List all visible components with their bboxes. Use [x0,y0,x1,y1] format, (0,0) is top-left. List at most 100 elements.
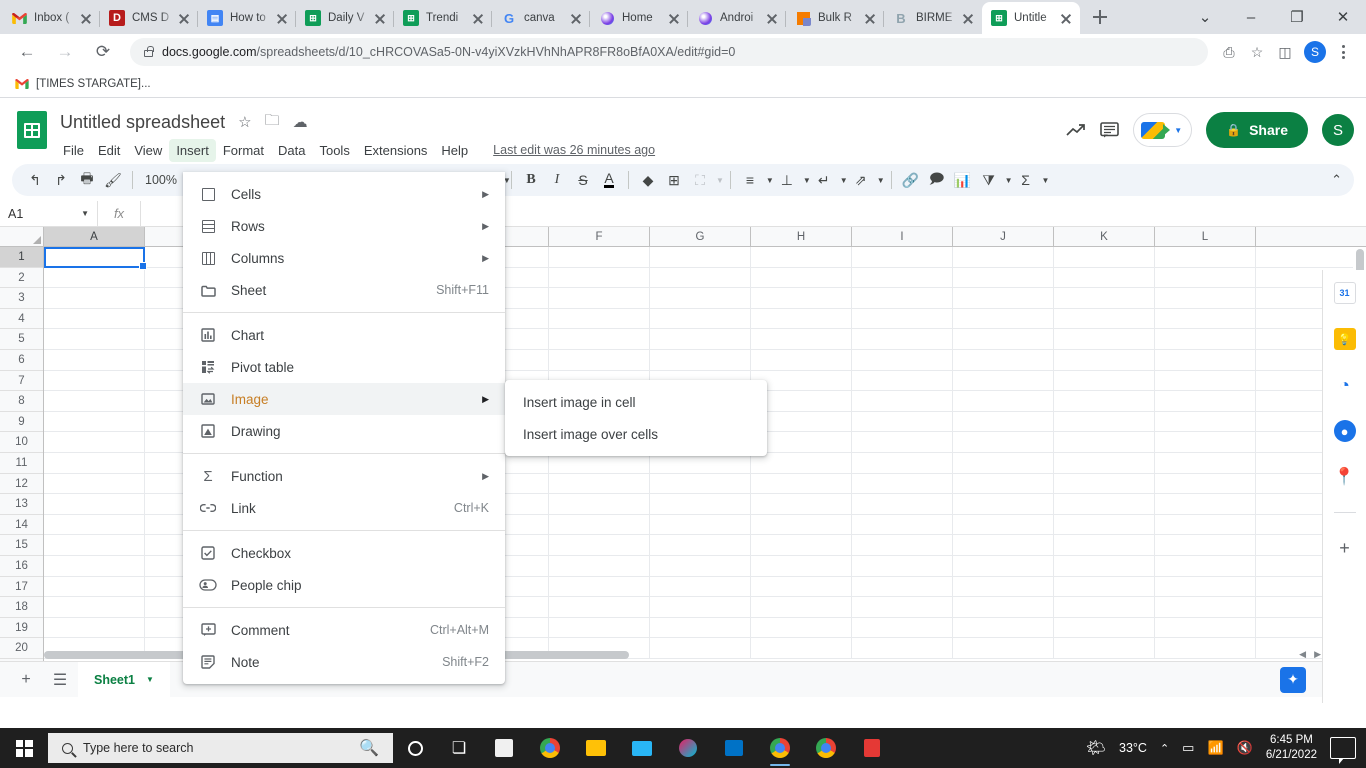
show-hidden-icons-icon[interactable]: ⌃ [1160,742,1169,755]
address-bar[interactable]: docs.google.com/spreadsheets/d/10_cHRCOV… [130,38,1208,66]
add-ons-icon[interactable]: + [1334,537,1356,559]
explore-icon[interactable]: ✦ [1280,666,1306,693]
select-all-corner[interactable] [0,227,44,246]
menu-item-sheet[interactable]: Sheet Shift+F11 [183,274,505,306]
column-header-l[interactable]: L [1155,227,1256,246]
vertical-align-icon[interactable]: ⊥ [774,167,800,193]
menu-view[interactable]: View [127,139,169,162]
menu-format[interactable]: Format [216,139,271,162]
column-header-g[interactable]: G [650,227,751,246]
chevron-down-icon[interactable]: ▼ [877,176,885,185]
add-sheet-icon[interactable]: + [10,664,42,696]
last-edit-label[interactable]: Last edit was 26 minutes ago [493,143,655,157]
chrome-icon[interactable] [527,728,573,768]
row-header[interactable]: 13 [0,494,43,515]
browser-tab[interactable]: Inbox ( [2,2,100,34]
close-icon[interactable] [960,10,976,26]
microsoft-store-icon[interactable] [481,728,527,768]
strikethrough-button[interactable]: S [570,167,596,193]
browser-tab[interactable]: D CMS D [100,2,198,34]
bookmark-star-icon[interactable]: ☆ [1244,39,1270,65]
search-input[interactable]: Type here to search 🔍 [48,733,393,763]
row-header[interactable]: 7 [0,371,43,392]
browser-tab[interactable]: Home [590,2,688,34]
row-header[interactable]: 4 [0,309,43,330]
menu-item-checkbox[interactable]: Checkbox [183,537,505,569]
close-icon[interactable] [78,10,94,26]
chevron-down-icon[interactable]: ▼ [1042,176,1050,185]
close-icon[interactable] [862,10,878,26]
reload-icon[interactable]: ⟳ [89,38,117,66]
bookmark-item[interactable]: [TIMES STARGATE]... [10,74,155,94]
star-icon[interactable]: ☆ [238,113,251,131]
row-header[interactable]: 15 [0,535,43,556]
close-window-icon[interactable]: ✕ [1320,0,1366,34]
maximize-icon[interactable]: ❐ [1274,0,1320,34]
side-panel-icon[interactable]: ◫ [1272,39,1298,65]
close-icon[interactable] [568,10,584,26]
chevron-down-icon[interactable]: ▼ [840,176,848,185]
share-button[interactable]: 🔒 Share [1206,112,1308,148]
battery-icon[interactable]: ▭ [1182,740,1194,756]
taskbar-clock[interactable]: 6:45 PM 6/21/2022 [1266,733,1317,763]
chevron-down-icon[interactable]: ▼ [766,176,774,185]
close-icon[interactable] [372,10,388,26]
google-sheets-logo-icon[interactable] [14,109,50,151]
row-header[interactable]: 11 [0,453,43,474]
google-contacts-icon[interactable]: ● [1333,420,1356,442]
menu-item-columns[interactable]: Columns ▶ [183,242,505,274]
menu-item-rows[interactable]: Rows ▶ [183,210,505,242]
borders-icon[interactable]: ⊞ [661,167,687,193]
paint-icon[interactable] [665,728,711,768]
chrome-icon[interactable] [803,728,849,768]
chevron-down-icon[interactable]: ▼ [716,176,724,185]
close-icon[interactable] [666,10,682,26]
profile-avatar[interactable]: S [1304,41,1326,63]
install-icon[interactable]: ⎙ [1216,39,1242,65]
google-maps-icon[interactable]: 📍 [1334,466,1356,488]
column-header-a[interactable]: A [44,227,145,246]
row-header[interactable]: 19 [0,618,43,639]
row-header[interactable]: 5 [0,329,43,350]
outlook-icon[interactable] [711,728,757,768]
row-header[interactable]: 6 [0,350,43,371]
menu-item-function[interactable]: Σ Function ▶ [183,460,505,492]
menu-item-image[interactable]: Image ▶ [183,383,505,415]
menu-item-pivot-table[interactable]: Pivot table [183,351,505,383]
new-tab-button[interactable] [1086,3,1114,31]
menu-insert[interactable]: Insert [169,138,216,162]
google-keep-icon[interactable]: 💡 [1333,328,1356,350]
mail-icon[interactable] [619,728,665,768]
menu-file[interactable]: File [56,139,91,162]
row-header[interactable]: 9 [0,412,43,433]
scroll-arrows[interactable]: ◀ ▶ [1299,649,1321,660]
menu-edit[interactable]: Edit [91,139,127,162]
filter-icon[interactable]: ⧩ [976,167,1002,193]
chrome-menu-icon[interactable] [1332,45,1354,59]
app-icon[interactable] [849,728,895,768]
close-icon[interactable] [1058,10,1074,26]
print-icon[interactable]: 🖶 [74,167,100,193]
meet-button[interactable]: ▼ [1133,113,1193,147]
menu-item-people-chip[interactable]: People chip [183,569,505,601]
column-header-i[interactable]: I [852,227,953,246]
row-header[interactable]: 20 [0,638,43,659]
close-icon[interactable] [764,10,780,26]
browser-tab[interactable]: ⊞ Daily V [296,2,394,34]
close-icon[interactable] [470,10,486,26]
row-header[interactable]: 2 [0,268,43,289]
menu-item-drawing[interactable]: Drawing [183,415,505,447]
row-header[interactable]: 17 [0,577,43,598]
name-box[interactable]: A1 ▼ [0,200,98,227]
menu-item-cells[interactable]: Cells ▶ [183,178,505,210]
start-button[interactable] [0,728,48,768]
cortana-icon[interactable] [393,728,437,768]
minimize-icon[interactable]: – [1228,0,1274,34]
submenu-item-insert-image-in-cell[interactable]: Insert image in cell [505,386,767,418]
menu-data[interactable]: Data [271,139,312,162]
collapse-toolbar-icon[interactable]: ⌃ [1331,172,1342,188]
browser-tab[interactable]: Androi [688,2,786,34]
all-sheets-icon[interactable]: ☰ [44,664,76,696]
bold-button[interactable]: B [518,167,544,193]
row-header[interactable]: 8 [0,391,43,412]
